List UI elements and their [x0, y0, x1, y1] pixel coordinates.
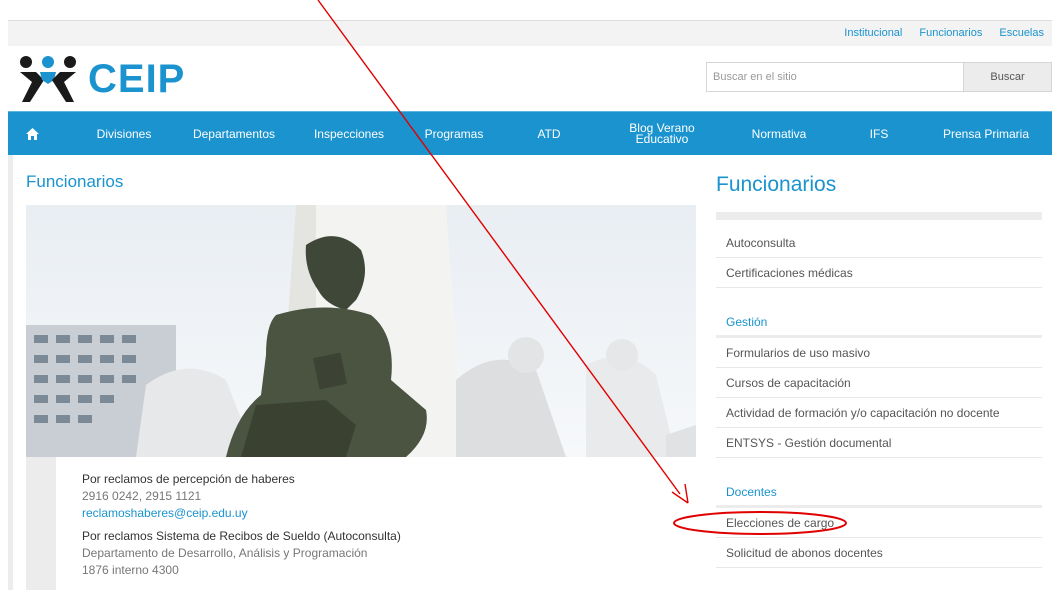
sidebar-item-actividad-formacion[interactable]: Actividad de formación y/o capacitación … [716, 398, 1042, 428]
sidebar-item-autoconsulta[interactable]: Autoconsulta [716, 228, 1042, 258]
sidebar-item-cursos[interactable]: Cursos de capacitación [716, 368, 1042, 398]
top-bar: Institucional Funcionarios Escuelas [8, 20, 1052, 46]
sidebar-item-formularios[interactable]: Formularios de uso masivo [716, 338, 1042, 368]
top-links: Institucional Funcionarios Escuelas [844, 27, 1044, 39]
site-logo[interactable]: CEIP [18, 54, 185, 104]
sidebar-heading-docentes: Docentes [716, 476, 1042, 508]
sidebar-gestion-list: Gestión Formularios de uso masivo Cursos… [716, 306, 1042, 458]
home-icon[interactable] [8, 112, 56, 156]
contact-text: Por reclamos de percepción de haberes 29… [82, 471, 401, 579]
nav-inspecciones[interactable]: Inspecciones [294, 112, 404, 156]
search-form: Buscar en el sitio Buscar [706, 62, 1052, 92]
hero-image-statue [26, 205, 696, 457]
page-title: Funcionarios [26, 172, 124, 191]
sidebar-item-abonos-docentes[interactable]: Solicitud de abonos docentes [716, 538, 1042, 568]
nav-prensa-primaria[interactable]: Prensa Primaria [926, 112, 1046, 156]
contact-haberes-phones: 2916 0242, 2915 1121 [82, 489, 202, 503]
sidebar-item-certificaciones[interactable]: Certificaciones médicas [716, 258, 1042, 288]
main-nav: Divisiones Departamentos Inspecciones Pr… [8, 111, 1052, 155]
left-edge-bar [8, 155, 13, 590]
top-link-funcionarios[interactable]: Funcionarios [919, 27, 982, 39]
contact-autoconsulta-dept: Departamento de Desarrollo, Análisis y P… [82, 546, 368, 560]
sidebar-heading-gestion: Gestión [716, 306, 1042, 338]
sidebar-docentes-list: Docentes Elecciones de cargo Solicitud d… [716, 476, 1042, 568]
sidebar-item-entsys[interactable]: ENTSYS - Gestión documental [716, 428, 1042, 458]
nav-programas[interactable]: Programas [404, 112, 504, 156]
sidebar-title: Funcionarios [716, 173, 837, 196]
top-link-escuelas[interactable]: Escuelas [999, 27, 1044, 39]
contact-panel: Por reclamos de percepción de haberes 29… [26, 457, 696, 590]
nav-atd[interactable]: ATD [514, 112, 584, 156]
nav-blog-verano-educativo[interactable]: Blog Verano Educativo [622, 112, 702, 156]
contact-haberes-email[interactable]: reclamoshaberes@ceip.edu.uy [82, 505, 401, 522]
logo-figures-icon [20, 56, 76, 102]
search-input[interactable]: Buscar en el sitio [706, 62, 964, 92]
contact-autoconsulta-title: Por reclamos Sistema de Recibos de Sueld… [82, 529, 401, 543]
sidebar-item-elecciones-cargo[interactable]: Elecciones de cargo [716, 508, 1042, 538]
contact-side-bar [26, 457, 56, 590]
nav-ifs[interactable]: IFS [854, 112, 904, 156]
nav-divisiones[interactable]: Divisiones [74, 112, 174, 156]
nav-normativa[interactable]: Normativa [734, 112, 824, 156]
logo-text: CEIP [88, 56, 186, 101]
contact-autoconsulta-phone: 1876 interno 4300 [82, 563, 179, 577]
contact-haberes-title: Por reclamos de percepción de haberes [82, 472, 295, 486]
search-button[interactable]: Buscar [964, 62, 1052, 92]
nav-departamentos[interactable]: Departamentos [174, 112, 294, 156]
top-link-institucional[interactable]: Institucional [844, 27, 902, 39]
sidebar-title-rule [716, 212, 1042, 220]
sidebar-top-list: Autoconsulta Certificaciones médicas [716, 228, 1042, 288]
